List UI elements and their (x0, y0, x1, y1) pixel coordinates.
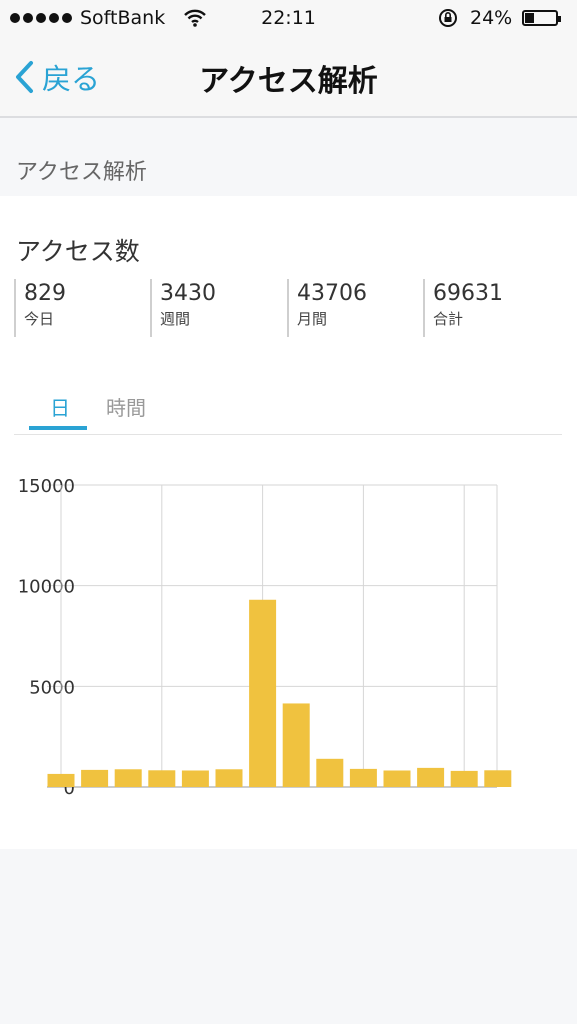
bar (215, 769, 243, 787)
bar (181, 770, 209, 787)
y-tick-label: 15000 (18, 476, 75, 497)
bar (417, 767, 445, 787)
tab-day[interactable]: 日 (50, 392, 70, 421)
bar (81, 769, 109, 787)
range-tabs: 日 時間 (14, 374, 562, 435)
stat-value: 829 (24, 281, 66, 306)
bar (282, 703, 310, 787)
bar (484, 770, 512, 787)
stat-total: 69631 合計 (423, 279, 503, 337)
x-tick-label: 12/24 (237, 803, 289, 806)
bar (47, 773, 75, 787)
battery-percent: 24% (470, 7, 513, 29)
bar (349, 768, 377, 787)
stat-label: 合計 (433, 310, 464, 328)
x-tick-label: 12/18 (35, 803, 87, 806)
stat-label: 今日 (24, 310, 55, 328)
stat-month: 43706 月間 (287, 279, 367, 337)
y-tick-label: 5000 (29, 677, 75, 698)
access-card: アクセス数 829 今日 3430 週間 43706 月間 69631 合計 日… (0, 196, 577, 849)
access-bar-chart: 05000100001500012/1812/2112/2412/2712/30 (18, 476, 512, 806)
bar (148, 770, 176, 787)
stat-value: 43706 (297, 281, 367, 306)
stat-label: 週間 (160, 310, 191, 328)
navigation-bar: 戻る アクセス解析 (0, 38, 577, 118)
page-title: アクセス解析 (199, 64, 378, 99)
bar (450, 770, 478, 787)
bar (316, 758, 344, 787)
rotation-lock-icon (437, 7, 459, 34)
x-tick-label: 12/30 (438, 803, 490, 806)
x-tick-label: 12/21 (136, 803, 188, 806)
battery-icon (522, 10, 561, 26)
bar (114, 769, 142, 787)
bar (249, 599, 277, 787)
tab-hour[interactable]: 時間 (106, 392, 146, 421)
access-count-title: アクセス数 (16, 237, 140, 266)
stat-value: 3430 (160, 281, 216, 306)
stats-row: 829 今日 3430 週間 43706 月間 69631 合計 (14, 279, 554, 337)
section-title: アクセス解析 (16, 160, 147, 185)
stat-today: 829 今日 (14, 279, 66, 337)
active-tab-indicator (29, 426, 87, 430)
status-bar: SoftBank 22:11 24% (0, 0, 577, 38)
y-tick-label: 10000 (18, 577, 75, 598)
stat-week: 3430 週間 (150, 279, 216, 337)
stat-label: 月間 (297, 310, 328, 328)
stat-value: 69631 (433, 281, 503, 306)
bar (383, 770, 411, 787)
x-tick-label: 12/27 (337, 803, 389, 806)
